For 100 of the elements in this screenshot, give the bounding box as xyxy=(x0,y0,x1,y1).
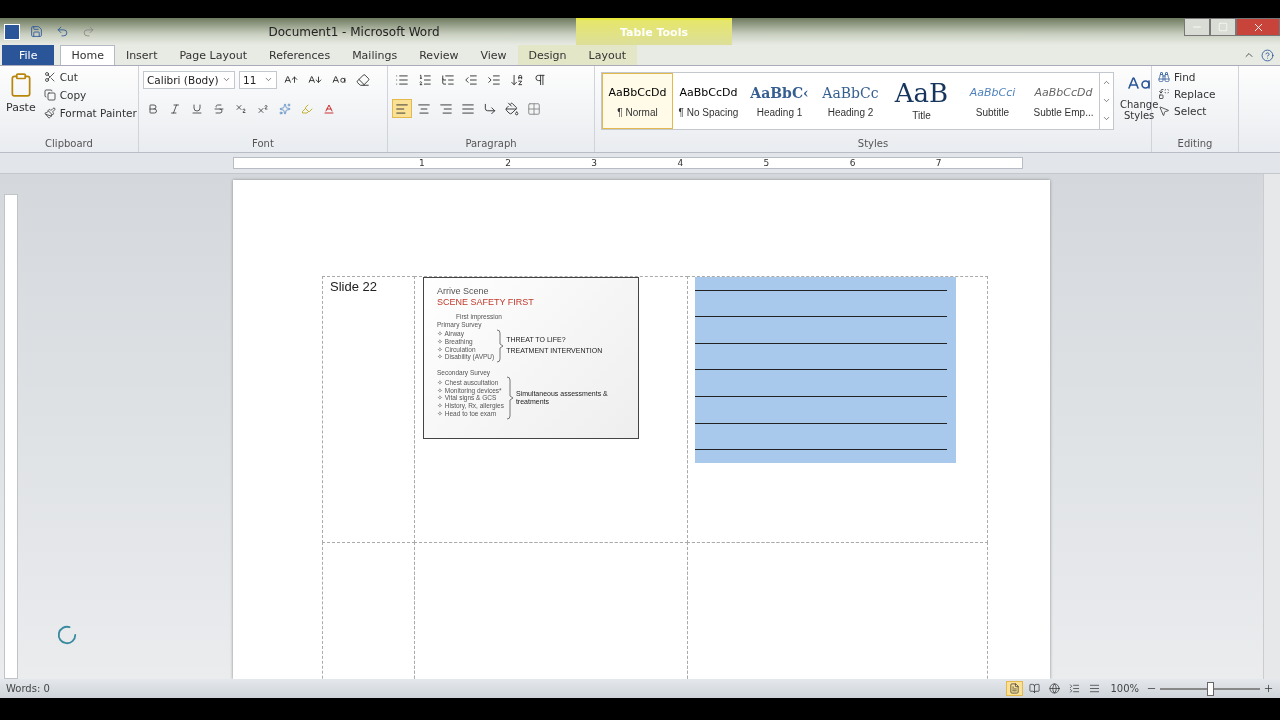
style-name: Title xyxy=(912,109,931,121)
subscript-icon xyxy=(235,102,247,115)
slide-heading: Arrive Scene xyxy=(437,286,490,297)
paintbrush-icon xyxy=(43,107,56,119)
underline-icon xyxy=(191,102,203,115)
ribbon-tab[interactable]: Page Layout xyxy=(168,45,258,65)
brace-icon xyxy=(496,328,505,363)
style-name: Heading 1 xyxy=(756,106,803,118)
style-option[interactable]: AaBbCcDd Subtle Emp... xyxy=(1028,73,1099,129)
save-icon xyxy=(29,25,43,38)
view-icon xyxy=(1089,683,1101,694)
window-title: Document1 - Microsoft Word xyxy=(267,24,441,39)
ribbon-tab[interactable]: Home xyxy=(60,45,115,65)
ruler-number: 2 xyxy=(505,158,512,168)
style-option[interactable]: AaBbCc Heading 2 xyxy=(815,73,886,129)
font-color-icon xyxy=(323,102,335,115)
view-button[interactable] xyxy=(1006,681,1024,696)
scissors-icon xyxy=(43,71,56,83)
eraser-icon xyxy=(356,72,370,87)
style-option[interactable]: AaBbC‹ Heading 1 xyxy=(744,73,815,129)
strikethrough-icon xyxy=(213,102,225,115)
dropdown-icon xyxy=(222,75,231,84)
slide-title: SCENE SAFETY FIRST xyxy=(437,296,535,308)
zoom-thumb[interactable] xyxy=(1207,681,1214,696)
ribbon-tab[interactable]: References xyxy=(258,45,342,65)
context-tab-label: Table Tools xyxy=(576,18,732,45)
group-label: Font xyxy=(251,138,275,151)
style-preview: AaBbCcDd xyxy=(608,84,667,101)
slide-label: Slide 22 xyxy=(330,279,378,294)
multilevel-list-icon xyxy=(441,72,455,87)
word-count: Words: 0 xyxy=(6,683,50,694)
ruler-number: 7 xyxy=(935,158,943,168)
ribbon-tab[interactable]: Design xyxy=(517,45,578,65)
group-label: Clipboard xyxy=(44,138,94,151)
vertical-scrollbar[interactable] xyxy=(1263,174,1280,679)
style-option[interactable]: AaBbCcDd ¶ No Spacing xyxy=(673,73,744,129)
pilcrow-icon xyxy=(533,72,547,87)
zoom-level: 100% xyxy=(1110,683,1139,694)
binoculars-icon xyxy=(1158,71,1170,83)
redo-icon xyxy=(81,25,95,38)
undo-icon xyxy=(55,25,69,38)
style-preview: AaBbCc xyxy=(822,84,879,101)
style-option[interactable]: AaB Title xyxy=(886,73,957,129)
view-icon xyxy=(1029,683,1041,694)
cut-button[interactable]: Cut xyxy=(41,70,139,84)
ribbon-tab[interactable]: File xyxy=(2,45,55,65)
ribbon-tab[interactable]: View xyxy=(469,45,518,65)
pointer-icon xyxy=(1158,105,1170,117)
word-logo-icon xyxy=(4,23,20,40)
copy-icon xyxy=(43,89,56,101)
group-label: Editing xyxy=(1176,138,1214,151)
decrease-indent-icon xyxy=(464,72,478,87)
ruler-number: 3 xyxy=(591,158,598,168)
ribbon-tab[interactable]: Review xyxy=(408,45,470,65)
ruler-number: 5 xyxy=(763,158,771,168)
ribbon-tab[interactable]: Insert xyxy=(114,45,169,65)
style-name: Subtitle xyxy=(975,106,1010,118)
numbered-list-icon xyxy=(418,72,432,87)
align-button[interactable] xyxy=(392,99,412,118)
style-preview: AaB xyxy=(894,81,949,104)
ruler-number: 4 xyxy=(677,158,685,168)
align-icon xyxy=(395,101,409,116)
align-icon xyxy=(461,101,475,116)
font-name-field[interactable]: Calibri (Body) xyxy=(143,70,235,89)
ribbon-tab[interactable]: Layout xyxy=(577,45,637,65)
format-painter-button[interactable]: Format Painter xyxy=(41,106,139,120)
ruler-number: 1 xyxy=(419,158,426,168)
minimize-button[interactable] xyxy=(1184,18,1210,36)
maximize-icon xyxy=(1218,22,1228,32)
style-name: ¶ No Spacing xyxy=(678,106,739,118)
italic-icon xyxy=(169,102,181,115)
ribbon-tab[interactable]: Mailings xyxy=(341,45,409,65)
ruler-number: 6 xyxy=(849,158,857,168)
font-size-field[interactable]: 11 xyxy=(239,70,277,89)
sparkles-icon xyxy=(279,102,291,115)
group-label: Styles xyxy=(856,138,890,151)
maximize-button[interactable] xyxy=(1210,18,1236,36)
style-preview: AaBbCcDd xyxy=(679,84,738,101)
grid-icon xyxy=(527,101,541,116)
style-name: ¶ Normal xyxy=(617,106,658,118)
brace-icon xyxy=(505,376,514,421)
group-label: Paragraph xyxy=(464,138,518,151)
style-preview: AaBbC‹ xyxy=(750,84,809,101)
style-preview: AaBbCcDd xyxy=(1034,84,1093,101)
increase-indent-icon xyxy=(487,72,501,87)
highlighter-icon xyxy=(301,102,313,115)
paint-bucket-icon xyxy=(505,101,519,116)
dropdown-icon xyxy=(264,75,273,84)
style-preview: AaBbCci xyxy=(969,84,1016,101)
align-icon xyxy=(439,101,453,116)
style-option[interactable]: AaBbCci Subtitle xyxy=(957,73,1028,129)
bullet-list-icon xyxy=(395,72,409,87)
style-name: Subtle Emp... xyxy=(1033,106,1094,118)
view-icon xyxy=(1049,683,1061,694)
sort-icon xyxy=(510,72,524,87)
paste-button[interactable]: Paste xyxy=(4,70,38,138)
copy-button[interactable]: Copy xyxy=(41,88,139,102)
view-icon xyxy=(1009,683,1021,694)
replace-icon xyxy=(1158,88,1170,100)
style-option[interactable]: AaBbCcDd ¶ Normal xyxy=(602,73,673,129)
